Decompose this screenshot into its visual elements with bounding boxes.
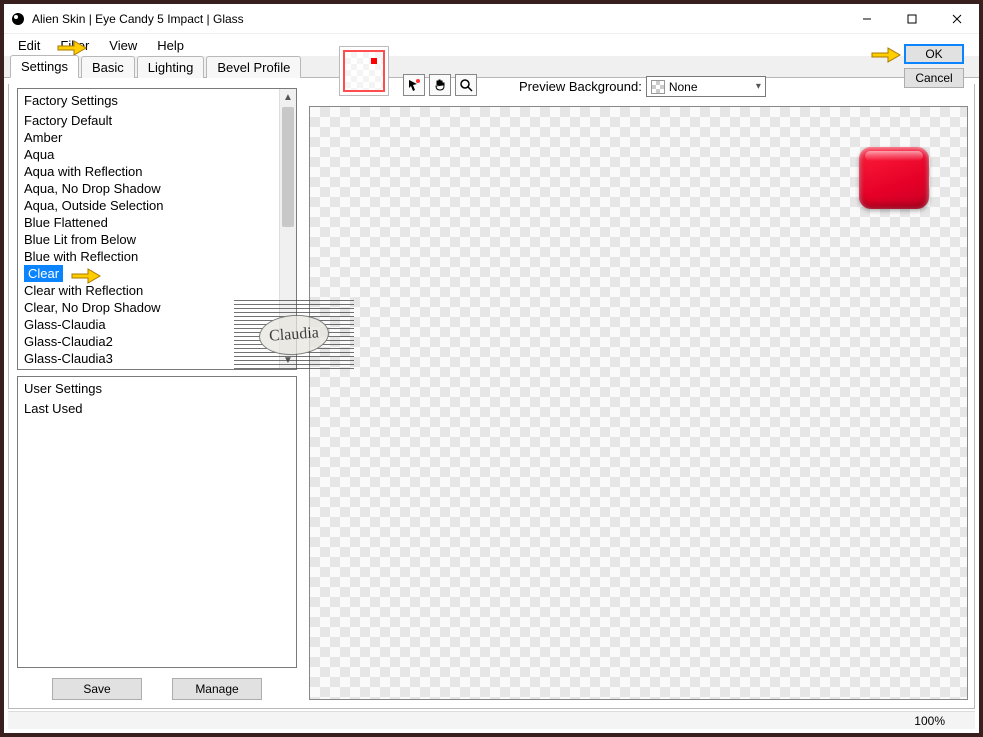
tab-lighting[interactable]: Lighting bbox=[137, 56, 205, 78]
maximize-button[interactable] bbox=[889, 4, 934, 34]
zoom-tool-icon[interactable] bbox=[455, 74, 477, 96]
user-settings-header: User Settings bbox=[18, 377, 296, 400]
list-item[interactable]: Clear, No Drop Shadow bbox=[18, 299, 296, 316]
manage-button[interactable]: Manage bbox=[172, 678, 262, 700]
preview-background-select[interactable]: None ▾ bbox=[646, 76, 766, 97]
user-settings-list[interactable]: User Settings Last Used bbox=[17, 376, 297, 668]
scroll-thumb[interactable] bbox=[282, 107, 294, 227]
list-item[interactable]: Blue Flattened bbox=[18, 214, 296, 231]
close-button[interactable] bbox=[934, 4, 979, 34]
transparency-swatch-icon bbox=[651, 80, 665, 94]
menu-help[interactable]: Help bbox=[147, 36, 194, 55]
statusbar: 100% bbox=[8, 711, 975, 729]
list-item[interactable]: Factory Default bbox=[18, 112, 296, 129]
menu-view[interactable]: View bbox=[99, 36, 147, 55]
list-item[interactable]: Aqua, Outside Selection bbox=[18, 197, 296, 214]
app-icon bbox=[10, 11, 26, 27]
list-item[interactable]: Last Used bbox=[18, 400, 296, 417]
preview-background-label: Preview Background: bbox=[519, 79, 642, 94]
scroll-up-icon[interactable]: ▲ bbox=[280, 89, 296, 106]
factory-settings-list[interactable]: Factory Settings Factory DefaultAmberAqu… bbox=[17, 88, 297, 370]
menubar: Edit Filter View Help bbox=[4, 34, 979, 56]
cancel-button[interactable]: Cancel bbox=[904, 68, 964, 88]
list-item[interactable]: Clear with Reflection bbox=[18, 282, 296, 299]
list-item[interactable]: Glass-Claudia3 bbox=[18, 350, 296, 367]
list-item[interactable]: Blue Lit from Below bbox=[18, 231, 296, 248]
window-title: Alien Skin | Eye Candy 5 Impact | Glass bbox=[32, 12, 244, 26]
tab-basic[interactable]: Basic bbox=[81, 56, 135, 78]
list-item[interactable]: Amber bbox=[18, 129, 296, 146]
tab-bevel-profile[interactable]: Bevel Profile bbox=[206, 56, 301, 78]
menu-edit[interactable]: Edit bbox=[8, 36, 50, 55]
menu-filter[interactable]: Filter bbox=[50, 36, 99, 55]
list-item[interactable]: Glass-Claudia bbox=[18, 316, 296, 333]
chevron-down-icon: ▾ bbox=[756, 81, 761, 92]
scroll-down-icon[interactable]: ▼ bbox=[280, 352, 296, 369]
zoom-level: 100% bbox=[914, 714, 945, 728]
scrollbar[interactable]: ▲ ▼ bbox=[279, 89, 296, 369]
pointer-tool-icon[interactable] bbox=[403, 74, 425, 96]
list-item[interactable]: Glass-Claudia2 bbox=[18, 333, 296, 350]
save-button[interactable]: Save bbox=[52, 678, 142, 700]
navigator-thumbnail[interactable] bbox=[339, 46, 389, 96]
tab-settings[interactable]: Settings bbox=[10, 55, 79, 78]
titlebar: Alien Skin | Eye Candy 5 Impact | Glass bbox=[4, 4, 979, 34]
list-item-selected[interactable]: Clear bbox=[24, 265, 63, 282]
list-item[interactable]: Blue with Reflection bbox=[18, 248, 296, 265]
ok-button[interactable]: OK bbox=[904, 44, 964, 64]
preview-canvas[interactable] bbox=[309, 106, 968, 700]
list-item[interactable]: Aqua bbox=[18, 146, 296, 163]
factory-settings-header: Factory Settings bbox=[18, 89, 296, 112]
preview-object bbox=[859, 147, 929, 209]
hand-tool-icon[interactable] bbox=[429, 74, 451, 96]
preview-background-value: None bbox=[669, 80, 698, 94]
minimize-button[interactable] bbox=[844, 4, 889, 34]
list-item[interactable]: Aqua, No Drop Shadow bbox=[18, 180, 296, 197]
list-item[interactable]: Aqua with Reflection bbox=[18, 163, 296, 180]
